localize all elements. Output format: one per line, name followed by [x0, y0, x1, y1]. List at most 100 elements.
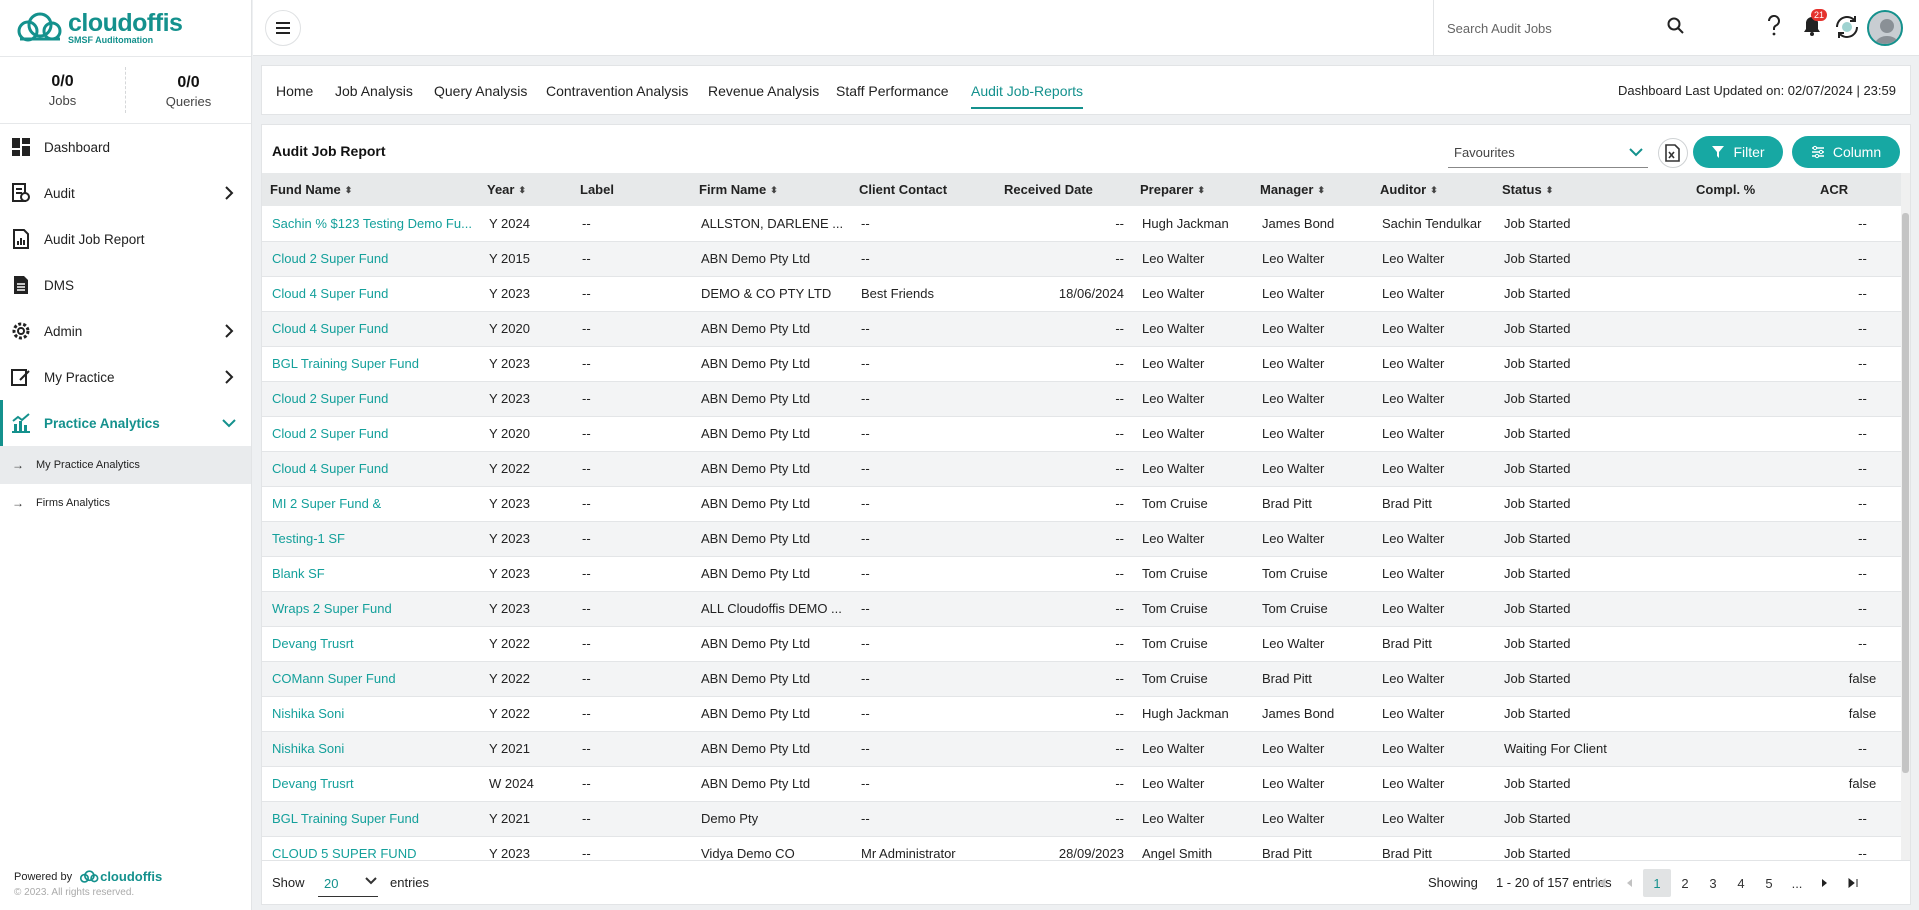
- next-page-icon[interactable]: [1811, 869, 1839, 897]
- prev-page-icon[interactable]: [1615, 869, 1643, 897]
- favourites-select[interactable]: Favourites: [1448, 138, 1648, 168]
- sync-icon[interactable]: [1833, 13, 1861, 44]
- table-row[interactable]: Cloud 4 Super Fund Y 2023 -- DEMO & CO PTY …: [262, 276, 1903, 311]
- search-input[interactable]: [1447, 20, 1647, 36]
- table-row[interactable]: Cloud 2 Super Fund Y 2015 -- ABN Demo Pty L…: [262, 241, 1903, 276]
- column-header[interactable]: Firm Name ⬍: [691, 173, 851, 206]
- page-button[interactable]: 1: [1643, 869, 1671, 897]
- column-header[interactable]: Status ⬍: [1494, 173, 1688, 206]
- fund-name-cell[interactable]: MI 2 Super Fund &: [262, 486, 479, 521]
- tab-home[interactable]: Home: [276, 83, 313, 99]
- manager-cell: Leo Walter: [1262, 286, 1325, 301]
- sidebar-subitem-my-practice-analytics[interactable]: → My Practice Analytics: [0, 446, 251, 484]
- page-size-select[interactable]: 20: [318, 869, 378, 897]
- page-button[interactable]: 5: [1755, 869, 1783, 897]
- table-scrollbar[interactable]: [1901, 173, 1910, 863]
- fund-name-cell[interactable]: Cloud 4 Super Fund: [262, 276, 479, 311]
- fund-name-cell[interactable]: Sachin % $123 Testing Demo Fu...: [262, 206, 479, 241]
- status-cell: Job Started: [1504, 286, 1571, 301]
- table-row[interactable]: MI 2 Super Fund & Y 2023 -- ABN Demo Pty Lt…: [262, 486, 1903, 521]
- sidebar-item-my-practice[interactable]: My Practice: [0, 354, 251, 400]
- fund-name-cell[interactable]: Cloud 2 Super Fund: [262, 241, 479, 276]
- fund-name-cell[interactable]: Testing-1 SF: [262, 521, 479, 556]
- table-row[interactable]: Cloud 4 Super Fund Y 2020 -- ABN Demo Pty L…: [262, 311, 1903, 346]
- export-excel-button[interactable]: [1658, 138, 1688, 168]
- firm-name-cell: ABN Demo Pty Ltd: [701, 531, 811, 546]
- firm-name-cell: ALLSTON, DARLENE ...: [701, 215, 844, 231]
- received-date-cell: --: [1115, 215, 1124, 231]
- scrollbar-thumb[interactable]: [1902, 213, 1909, 773]
- sort-icon[interactable]: ⬍: [770, 185, 778, 196]
- menu-toggle-button[interactable]: [265, 10, 301, 46]
- table-row[interactable]: Sachin % $123 Testing Demo Fu... Y 2024 --…: [262, 206, 1903, 241]
- column-button[interactable]: Column: [1792, 136, 1900, 168]
- fund-name-cell[interactable]: Nishika Soni: [262, 696, 479, 731]
- column-header[interactable]: Preparer ⬍: [1132, 173, 1252, 206]
- sidebar-subitem-firms-analytics[interactable]: → Firms Analytics: [0, 484, 251, 522]
- sort-icon[interactable]: ⬍: [1317, 185, 1325, 196]
- table-row[interactable]: Cloud 4 Super Fund Y 2022 -- ABN Demo Pty L…: [262, 451, 1903, 486]
- table-row[interactable]: Cloud 2 Super Fund Y 2020 -- ABN Demo Pty L…: [262, 416, 1903, 451]
- table-row[interactable]: Blank SF Y 2023 -- ABN Demo Pty Ltd -- -- Tom …: [262, 556, 1903, 591]
- user-avatar[interactable]: [1867, 10, 1903, 46]
- tab-audit-job-reports[interactable]: Audit Job-Reports: [971, 83, 1084, 109]
- filter-button[interactable]: Filter: [1693, 136, 1783, 168]
- sort-icon[interactable]: ⬍: [1197, 185, 1205, 196]
- column-header[interactable]: Auditor ⬍: [1372, 173, 1494, 206]
- table-row[interactable]: Devang Trusrt W 2024 -- ABN Demo Pty Ltd -- -…: [262, 766, 1903, 801]
- column-header[interactable]: Year ⬍: [479, 173, 572, 206]
- fund-name-cell[interactable]: Cloud 4 Super Fund: [262, 451, 479, 486]
- brand-logo[interactable]: cloudoffis SMSF Auditomation: [0, 0, 251, 57]
- fund-name-cell[interactable]: Wraps 2 Super Fund: [262, 591, 479, 626]
- first-page-icon[interactable]: [1587, 869, 1615, 897]
- sidebar-item-dms[interactable]: DMS: [0, 262, 251, 308]
- table-row[interactable]: Devang Trusrt Y 2022 -- ABN Demo Pty Ltd -- -…: [262, 626, 1903, 661]
- sidebar-item-dashboard[interactable]: Dashboard: [0, 124, 251, 170]
- fund-name-cell[interactable]: Nishika Soni: [262, 731, 479, 766]
- sidebar-item-admin[interactable]: Admin: [0, 308, 251, 354]
- client-contact-cell: --: [861, 811, 870, 826]
- tab-contravention-analysis[interactable]: Contravention Analysis: [546, 83, 688, 99]
- sidebar-item-practice-analytics[interactable]: Practice Analytics: [0, 400, 251, 446]
- notification-bell-icon[interactable]: 21: [1803, 9, 1828, 40]
- tab-query-analysis[interactable]: Query Analysis: [434, 83, 527, 99]
- fund-name-cell[interactable]: COMann Super Fund: [262, 661, 479, 696]
- page-button[interactable]: 4: [1727, 869, 1755, 897]
- table-row[interactable]: Nishika Soni Y 2022 -- ABN Demo Pty Ltd -- --…: [262, 696, 1903, 731]
- table-row[interactable]: BGL Training Super Fund Y 2023 -- ABN Demo …: [262, 346, 1903, 381]
- fund-name-cell[interactable]: BGL Training Super Fund: [262, 346, 479, 381]
- last-page-icon[interactable]: [1839, 869, 1867, 897]
- fund-name-cell[interactable]: Cloud 4 Super Fund: [262, 311, 479, 346]
- table-row[interactable]: Nishika Soni Y 2021 -- ABN Demo Pty Ltd -- --…: [262, 731, 1903, 766]
- sort-icon[interactable]: ⬍: [1430, 185, 1438, 196]
- help-icon[interactable]: [1767, 14, 1781, 40]
- column-header-label: Label: [580, 182, 614, 197]
- page-button[interactable]: 3: [1699, 869, 1727, 897]
- column-header[interactable]: Manager ⬍: [1252, 173, 1372, 206]
- fund-name-cell[interactable]: Devang Trusrt: [262, 626, 479, 661]
- tab-staff-performance[interactable]: Staff Performance: [836, 83, 949, 99]
- sort-icon[interactable]: ⬍: [518, 185, 526, 196]
- table-row[interactable]: BGL Training Super Fund Y 2021 -- Demo Pty -…: [262, 801, 1903, 836]
- sort-icon[interactable]: ⬍: [345, 185, 353, 196]
- received-date-cell: --: [1115, 251, 1124, 266]
- sidebar-item-audit-job-report[interactable]: Audit Job Report: [0, 216, 251, 262]
- table-row[interactable]: Cloud 2 Super Fund Y 2023 -- ABN Demo Pty L…: [262, 381, 1903, 416]
- tab-job-analysis[interactable]: Job Analysis: [335, 83, 413, 99]
- fund-name-cell[interactable]: Cloud 2 Super Fund: [262, 416, 479, 451]
- page-button[interactable]: ...: [1783, 869, 1811, 897]
- fund-name-cell[interactable]: BGL Training Super Fund: [262, 801, 479, 836]
- page-button[interactable]: 2: [1671, 869, 1699, 897]
- table-row[interactable]: Wraps 2 Super Fund Y 2023 -- ALL Cloudoffis…: [262, 591, 1903, 626]
- search-icon[interactable]: [1667, 17, 1685, 35]
- column-header[interactable]: Fund Name ⬍: [262, 173, 479, 206]
- tab-revenue-analysis[interactable]: Revenue Analysis: [708, 83, 819, 99]
- sort-icon[interactable]: ⬍: [1546, 185, 1554, 196]
- sidebar-item-audit[interactable]: Audit: [0, 170, 251, 216]
- table-row[interactable]: COMann Super Fund Y 2022 -- ABN Demo Pty Lt…: [262, 661, 1903, 696]
- fund-name-cell[interactable]: Cloud 2 Super Fund: [262, 381, 479, 416]
- fund-name-cell[interactable]: Blank SF: [262, 556, 479, 591]
- table-row[interactable]: Testing-1 SF Y 2023 -- ABN Demo Pty Ltd -- --…: [262, 521, 1903, 556]
- fund-name-cell[interactable]: Devang Trusrt: [262, 766, 479, 801]
- job-query-counts: 0/0 Jobs 0/0 Queries: [0, 57, 251, 124]
